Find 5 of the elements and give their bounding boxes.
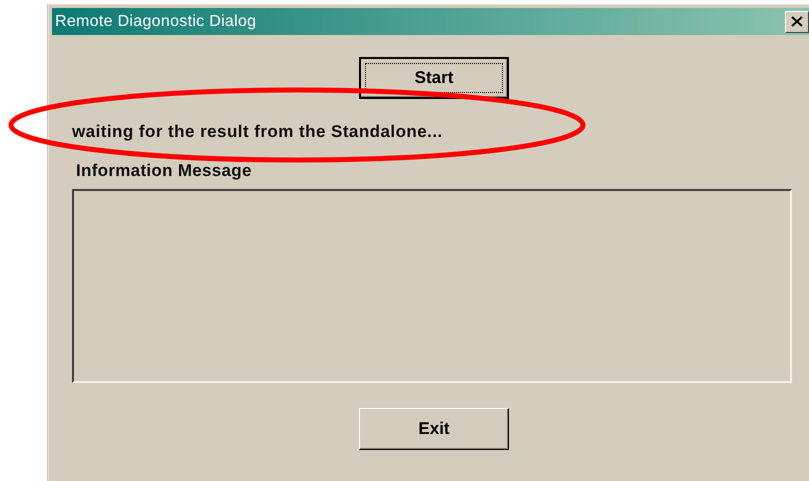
start-button[interactable]: Start bbox=[359, 57, 509, 99]
status-message: waiting for the result from the Standalone... bbox=[72, 122, 444, 142]
exit-button[interactable]: Exit bbox=[359, 408, 509, 450]
window-title: Remote Diagonostic Dialog bbox=[55, 12, 256, 30]
group-label: Information Message bbox=[76, 161, 253, 181]
